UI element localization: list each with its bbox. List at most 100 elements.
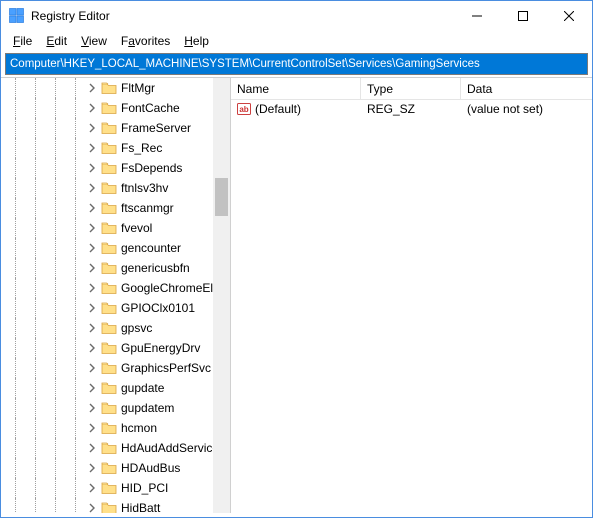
chevron-right-icon[interactable] bbox=[85, 341, 99, 355]
tree-item-label: gencounter bbox=[121, 241, 181, 255]
folder-icon bbox=[101, 221, 117, 235]
tree-item[interactable]: fvevol bbox=[1, 218, 213, 238]
chevron-right-icon[interactable] bbox=[85, 241, 99, 255]
chevron-right-icon[interactable] bbox=[85, 441, 99, 455]
column-header-type[interactable]: Type bbox=[361, 78, 461, 99]
tree-item[interactable]: genericusbfn bbox=[1, 258, 213, 278]
chevron-right-icon[interactable] bbox=[85, 381, 99, 395]
chevron-right-icon[interactable] bbox=[85, 161, 99, 175]
folder-icon bbox=[101, 481, 117, 495]
tree-item[interactable]: GpuEnergyDrv bbox=[1, 338, 213, 358]
tree-item[interactable]: HidBatt bbox=[1, 498, 213, 513]
tree-item[interactable]: GPIOClx0101 bbox=[1, 298, 213, 318]
chevron-right-icon[interactable] bbox=[85, 101, 99, 115]
tree-item-label: gupdatem bbox=[121, 401, 174, 415]
tree-item[interactable]: gupdate bbox=[1, 378, 213, 398]
folder-icon bbox=[101, 121, 117, 135]
chevron-right-icon[interactable] bbox=[85, 481, 99, 495]
tree-item[interactable]: FrameServer bbox=[1, 118, 213, 138]
tree-item[interactable]: Fs_Rec bbox=[1, 138, 213, 158]
chevron-right-icon[interactable] bbox=[85, 81, 99, 95]
tree-item-label: HDAudBus bbox=[121, 461, 180, 475]
folder-icon bbox=[101, 181, 117, 195]
column-header-name[interactable]: Name bbox=[231, 78, 361, 99]
tree-item[interactable]: HdAudAddService bbox=[1, 438, 213, 458]
tree-item-label: HdAudAddService bbox=[121, 441, 213, 455]
menu-edit[interactable]: Edit bbox=[40, 33, 73, 49]
chevron-right-icon[interactable] bbox=[85, 281, 99, 295]
column-header-data[interactable]: Data bbox=[461, 78, 592, 99]
menu-help[interactable]: Help bbox=[178, 33, 215, 49]
values-pane[interactable]: Name Type Data ab (Default) REG_SZ(value n… bbox=[231, 78, 592, 513]
chevron-right-icon[interactable] bbox=[85, 361, 99, 375]
folder-icon bbox=[101, 301, 117, 315]
minimize-button[interactable] bbox=[454, 1, 500, 31]
value-data: (value not set) bbox=[461, 102, 592, 116]
tree-item-label: FrameServer bbox=[121, 121, 191, 135]
menu-favorites[interactable]: Favorites bbox=[115, 33, 176, 49]
folder-icon bbox=[101, 281, 117, 295]
tree-item[interactable]: gpsvc bbox=[1, 318, 213, 338]
tree-item[interactable]: HID_PCI bbox=[1, 478, 213, 498]
tree-item-label: FontCache bbox=[121, 101, 180, 115]
tree-item[interactable]: FsDepends bbox=[1, 158, 213, 178]
folder-icon bbox=[101, 161, 117, 175]
chevron-right-icon[interactable] bbox=[85, 321, 99, 335]
chevron-right-icon[interactable] bbox=[85, 261, 99, 275]
svg-text:ab: ab bbox=[239, 105, 248, 114]
address-text: Computer\HKEY_LOCAL_MACHINE\SYSTEM\Curre… bbox=[10, 58, 480, 70]
value-row[interactable]: ab (Default) REG_SZ(value not set) bbox=[231, 100, 592, 118]
body-area: FltMgr FontCache FrameServer Fs_Rec FsDepend… bbox=[1, 77, 592, 513]
tree-item[interactable]: hcmon bbox=[1, 418, 213, 438]
chevron-right-icon[interactable] bbox=[85, 461, 99, 475]
tree-item-label: GPIOClx0101 bbox=[121, 301, 195, 315]
address-bar[interactable]: Computer\HKEY_LOCAL_MACHINE\SYSTEM\Curre… bbox=[5, 53, 588, 75]
tree-item[interactable]: GraphicsPerfSvc bbox=[1, 358, 213, 378]
folder-icon bbox=[101, 401, 117, 415]
tree-vertical-scrollbar[interactable] bbox=[213, 78, 230, 513]
maximize-button[interactable] bbox=[500, 1, 546, 31]
tree-item-label: Fs_Rec bbox=[121, 141, 162, 155]
tree-item-label: hcmon bbox=[121, 421, 157, 435]
chevron-right-icon[interactable] bbox=[85, 301, 99, 315]
chevron-right-icon[interactable] bbox=[85, 221, 99, 235]
tree-item-label: FltMgr bbox=[121, 81, 155, 95]
value-name: (Default) bbox=[255, 102, 301, 116]
close-button[interactable] bbox=[546, 1, 592, 31]
menu-file[interactable]: File bbox=[7, 33, 38, 49]
folder-icon bbox=[101, 141, 117, 155]
chevron-right-icon[interactable] bbox=[85, 401, 99, 415]
tree-item[interactable]: ftscanmgr bbox=[1, 198, 213, 218]
folder-icon bbox=[101, 381, 117, 395]
chevron-right-icon[interactable] bbox=[85, 141, 99, 155]
folder-icon bbox=[101, 361, 117, 375]
tree-item[interactable]: FontCache bbox=[1, 98, 213, 118]
chevron-right-icon[interactable] bbox=[85, 201, 99, 215]
folder-icon bbox=[101, 321, 117, 335]
app-icon bbox=[9, 8, 25, 24]
title-bar[interactable]: Registry Editor bbox=[1, 1, 592, 31]
tree-item[interactable]: gupdatem bbox=[1, 398, 213, 418]
chevron-right-icon[interactable] bbox=[85, 501, 99, 513]
tree-item[interactable]: gencounter bbox=[1, 238, 213, 258]
folder-icon bbox=[101, 81, 117, 95]
window-frame: Registry Editor FileEditViewFavoritesHel… bbox=[0, 0, 593, 518]
menu-view[interactable]: View bbox=[75, 33, 113, 49]
values-list: ab (Default) REG_SZ(value not set) bbox=[231, 100, 592, 513]
tree-item-label: HID_PCI bbox=[121, 481, 168, 495]
chevron-right-icon[interactable] bbox=[85, 421, 99, 435]
tree-item[interactable]: FltMgr bbox=[1, 78, 213, 98]
scroll-thumb[interactable] bbox=[215, 178, 228, 216]
tree-item[interactable]: ftnlsv3hv bbox=[1, 178, 213, 198]
folder-icon bbox=[101, 261, 117, 275]
tree-item[interactable]: GoogleChromeElevationService bbox=[1, 278, 213, 298]
folder-icon bbox=[101, 461, 117, 475]
tree-item-label: HidBatt bbox=[121, 501, 160, 513]
chevron-right-icon[interactable] bbox=[85, 181, 99, 195]
tree-item[interactable]: HDAudBus bbox=[1, 458, 213, 478]
tree-list: FltMgr FontCache FrameServer Fs_Rec FsDepend… bbox=[1, 78, 213, 513]
column-header-row: Name Type Data bbox=[231, 78, 592, 100]
tree-pane[interactable]: FltMgr FontCache FrameServer Fs_Rec FsDepend… bbox=[1, 78, 231, 513]
chevron-right-icon[interactable] bbox=[85, 121, 99, 135]
value-type: REG_SZ bbox=[361, 102, 461, 116]
